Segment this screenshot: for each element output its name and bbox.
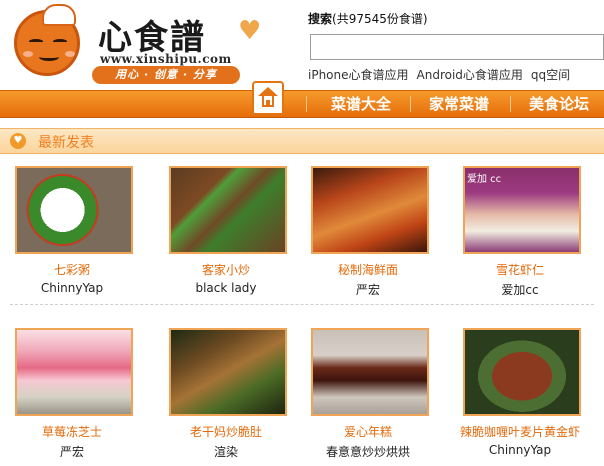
home-button[interactable] (252, 81, 284, 115)
recipe-card[interactable]: 爱心年糕春意意炒炒烘烘 (293, 328, 443, 459)
heart-bullet-icon: ♥ (10, 133, 26, 149)
recipe-author-link[interactable]: 爱加cc (445, 281, 595, 298)
recipe-count: (共97545份食谱) (332, 12, 428, 26)
recipe-card[interactable]: 客家小炒 black lady (151, 166, 301, 295)
recipe-title-link[interactable]: 爱心年糕 (293, 423, 443, 440)
recipe-card[interactable]: 辣脆咖喱叶麦片黄金虾 ChinnyYap (445, 328, 595, 457)
recipe-title-link[interactable]: 客家小炒 (151, 261, 301, 278)
recipe-title-link[interactable]: 辣脆咖喱叶麦片黄金虾 (445, 423, 595, 440)
recipe-title-link[interactable]: 雪花虾仁 (445, 261, 595, 278)
recipe-thumbnail[interactable] (15, 166, 133, 254)
app-links: iPhone心食谱应用 Android心食谱应用 qq空间 (308, 66, 578, 83)
nav-separator (510, 96, 511, 112)
recipe-author-link[interactable]: 严宏 (293, 281, 443, 298)
recipe-title-link[interactable]: 草莓冻芝士 (0, 423, 147, 440)
nav-item-home-cooking[interactable]: 家常菜谱 (418, 91, 500, 117)
nav-separator (306, 96, 307, 112)
recipe-thumbnail[interactable] (15, 328, 133, 416)
row-divider (10, 304, 594, 305)
recipe-title-link[interactable]: 秘制海鲜面 (293, 261, 443, 278)
thumbnail-watermark: 爱加 cc (467, 174, 502, 185)
search-input[interactable] (310, 34, 604, 60)
nav-item-recipes[interactable]: 菜谱大全 (318, 91, 404, 117)
section-title: 最新发表 (38, 135, 94, 151)
nav-separator (410, 96, 411, 112)
search-heading: 搜索(共97545份食谱) (308, 10, 428, 27)
recipe-title-link[interactable]: 七彩粥 (0, 261, 147, 278)
recipe-thumbnail[interactable] (463, 328, 581, 416)
recipe-card[interactable]: 老干妈炒脆肚 渲染 (151, 328, 301, 459)
recipe-title-link[interactable]: 老干妈炒脆肚 (151, 423, 301, 440)
recipe-thumbnail[interactable] (311, 166, 429, 254)
recipe-author-link[interactable]: 渲染 (151, 443, 301, 460)
recipe-thumbnail[interactable] (169, 328, 287, 416)
heart-icon: ♥ (238, 16, 262, 46)
main-nav: 菜谱大全 家常菜谱 美食论坛 (0, 81, 604, 118)
recipe-author-link[interactable]: 严宏 (0, 443, 147, 460)
logo-url-text: www.xinshipu.com (100, 52, 232, 66)
recipe-author-link[interactable]: 春意意炒炒烘烘 (293, 443, 443, 460)
recipe-card[interactable]: 七彩粥 ChinnyYap (0, 166, 147, 295)
section-header: ♥ 最新发表 (0, 128, 604, 154)
recipe-thumbnail[interactable] (169, 166, 287, 254)
logo-slogan: 用心 · 创意 · 分享 (92, 66, 240, 84)
app-link[interactable]: iPhone心食谱应用 (308, 68, 409, 82)
site-logo[interactable]: 心食譜 ♥ www.xinshipu.com 用心 · 创意 · 分享 (12, 4, 272, 84)
recipe-card[interactable]: 秘制海鲜面 严宏 (293, 166, 443, 297)
recipe-author-link[interactable]: ChinnyYap (445, 443, 595, 457)
app-link[interactable]: Android心食谱应用 (417, 68, 523, 82)
recipe-card[interactable]: 爱加 cc 雪花虾仁爱加cc (445, 166, 595, 297)
home-icon (258, 87, 278, 96)
search-label: 搜索 (308, 12, 333, 26)
search-area: 搜索(共97545份食谱) iPhone心食谱应用 Android心食谱应用 qq空… (306, 8, 604, 88)
recipe-thumbnail[interactable] (311, 328, 429, 416)
recipe-thumbnail[interactable]: 爱加 cc (463, 166, 581, 254)
app-link[interactable]: qq空间 (531, 68, 570, 82)
recipe-author-link[interactable]: black lady (151, 281, 301, 295)
site-header: 心食譜 ♥ www.xinshipu.com 用心 · 创意 · 分享 搜索(共… (0, 0, 604, 90)
recipe-author-link[interactable]: ChinnyYap (0, 281, 147, 295)
chef-hat-icon (42, 4, 76, 26)
recipe-card[interactable]: 草莓冻芝士 严宏 (0, 328, 147, 459)
nav-item-food-forum[interactable]: 美食论坛 (518, 91, 600, 117)
